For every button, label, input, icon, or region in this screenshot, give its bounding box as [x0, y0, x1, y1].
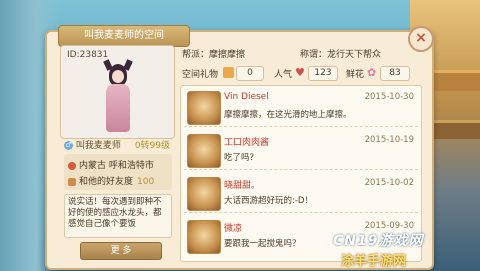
- title-value: 龙行天下帮众: [327, 50, 382, 60]
- lion-avatar-icon[interactable]: [187, 177, 221, 211]
- feed-message: 大话西游超好玩的:-D！: [224, 196, 313, 206]
- watermark-line2: 涂羊手游网: [341, 254, 407, 269]
- heart-icon: ♥: [295, 66, 305, 79]
- faction-value: 摩擦摩擦: [209, 50, 246, 60]
- feed-item[interactable]: 工口肉肉酱 吃了吗？ 2015-10-19: [184, 131, 418, 170]
- feed-name[interactable]: 微凉: [224, 221, 242, 234]
- location-pin-icon: [68, 161, 76, 170]
- faction-line: 帮派：摩擦摩擦: [182, 47, 245, 60]
- feed-date: 2015-10-30: [364, 92, 414, 102]
- male-gender-icon: ♂: [64, 141, 73, 150]
- feed-message: 摩擦摩擦，在这光滑的地上摩擦。: [224, 110, 352, 120]
- gift-label: 空间礼物: [182, 70, 219, 80]
- panel-title: 叫我麦麦师的空间: [58, 25, 190, 47]
- favor-line: 和他的好友度 100: [68, 174, 154, 187]
- info-box: 内蒙古 呼和浩特市 和他的好友度 100: [64, 154, 172, 190]
- name-row: ♂ 叫我麦麦师 0转99级: [64, 138, 174, 152]
- title-label: 称谓：: [300, 50, 328, 60]
- character-portrait: [101, 59, 135, 134]
- feed-item[interactable]: 晓甜甜。 大话西游超好玩的:-D！ 2015-10-02: [184, 174, 418, 213]
- bio-text: 说实话！每次遇到即种不好的使的感应水龙头，都感觉自己像个要饭: [64, 194, 172, 238]
- player-name: 叫我麦麦师: [75, 141, 121, 151]
- character-body: [106, 84, 130, 132]
- character-face: [112, 70, 124, 83]
- popularity-label: 人气: [274, 70, 293, 80]
- feed-message: 吃了吗？: [224, 153, 259, 163]
- lion-avatar-icon[interactable]: [187, 220, 221, 254]
- feed-date: 2015-10-02: [364, 178, 414, 188]
- feed-message: 要跟我一起搅鬼吗？: [224, 239, 301, 249]
- flower-value: 83: [380, 66, 410, 81]
- lion-avatar-icon[interactable]: [187, 134, 221, 168]
- feed-name[interactable]: Vin Diesel: [224, 92, 269, 102]
- location-line: 内蒙古 呼和浩特市: [68, 158, 154, 171]
- flower-icon: ✿: [367, 66, 377, 79]
- more-button[interactable]: 更 多: [80, 242, 162, 260]
- feed-name[interactable]: 晓甜甜。: [224, 178, 260, 191]
- lion-avatar-icon[interactable]: [187, 91, 221, 125]
- popularity-value: 123: [308, 66, 338, 81]
- feed-date: 2015-10-19: [364, 135, 414, 145]
- faction-label: 帮派：: [182, 50, 210, 60]
- location-text: 内蒙古 呼和浩特市: [79, 161, 154, 171]
- favor-label: 和他的好友度: [79, 177, 134, 187]
- feed-name[interactable]: 工口肉肉酱: [224, 135, 269, 148]
- favor-icon: [68, 177, 76, 186]
- title-line: 称谓：龙行天下帮众: [300, 47, 381, 60]
- portrait-box: ID:23831: [60, 45, 175, 139]
- gift-icon: [223, 67, 234, 78]
- player-id: ID:23831: [67, 50, 109, 60]
- gift-value: 0: [236, 66, 264, 81]
- flower-label: 鲜花: [346, 70, 365, 80]
- watermark-line1: CN19游戏网: [333, 233, 424, 249]
- feed-item[interactable]: Vin Diesel 摩擦摩擦，在这光滑的地上摩擦。 2015-10-30: [184, 88, 418, 127]
- favor-value: 100: [137, 177, 155, 187]
- player-level: 0转99级: [134, 141, 170, 151]
- profile-column: ID:23831 ♂ 叫我麦麦师 0转99级 内蒙古 呼和浩特市 和他的好友度 1…: [60, 45, 175, 260]
- site-watermark: CN19游戏网 涂羊手游网: [333, 226, 478, 270]
